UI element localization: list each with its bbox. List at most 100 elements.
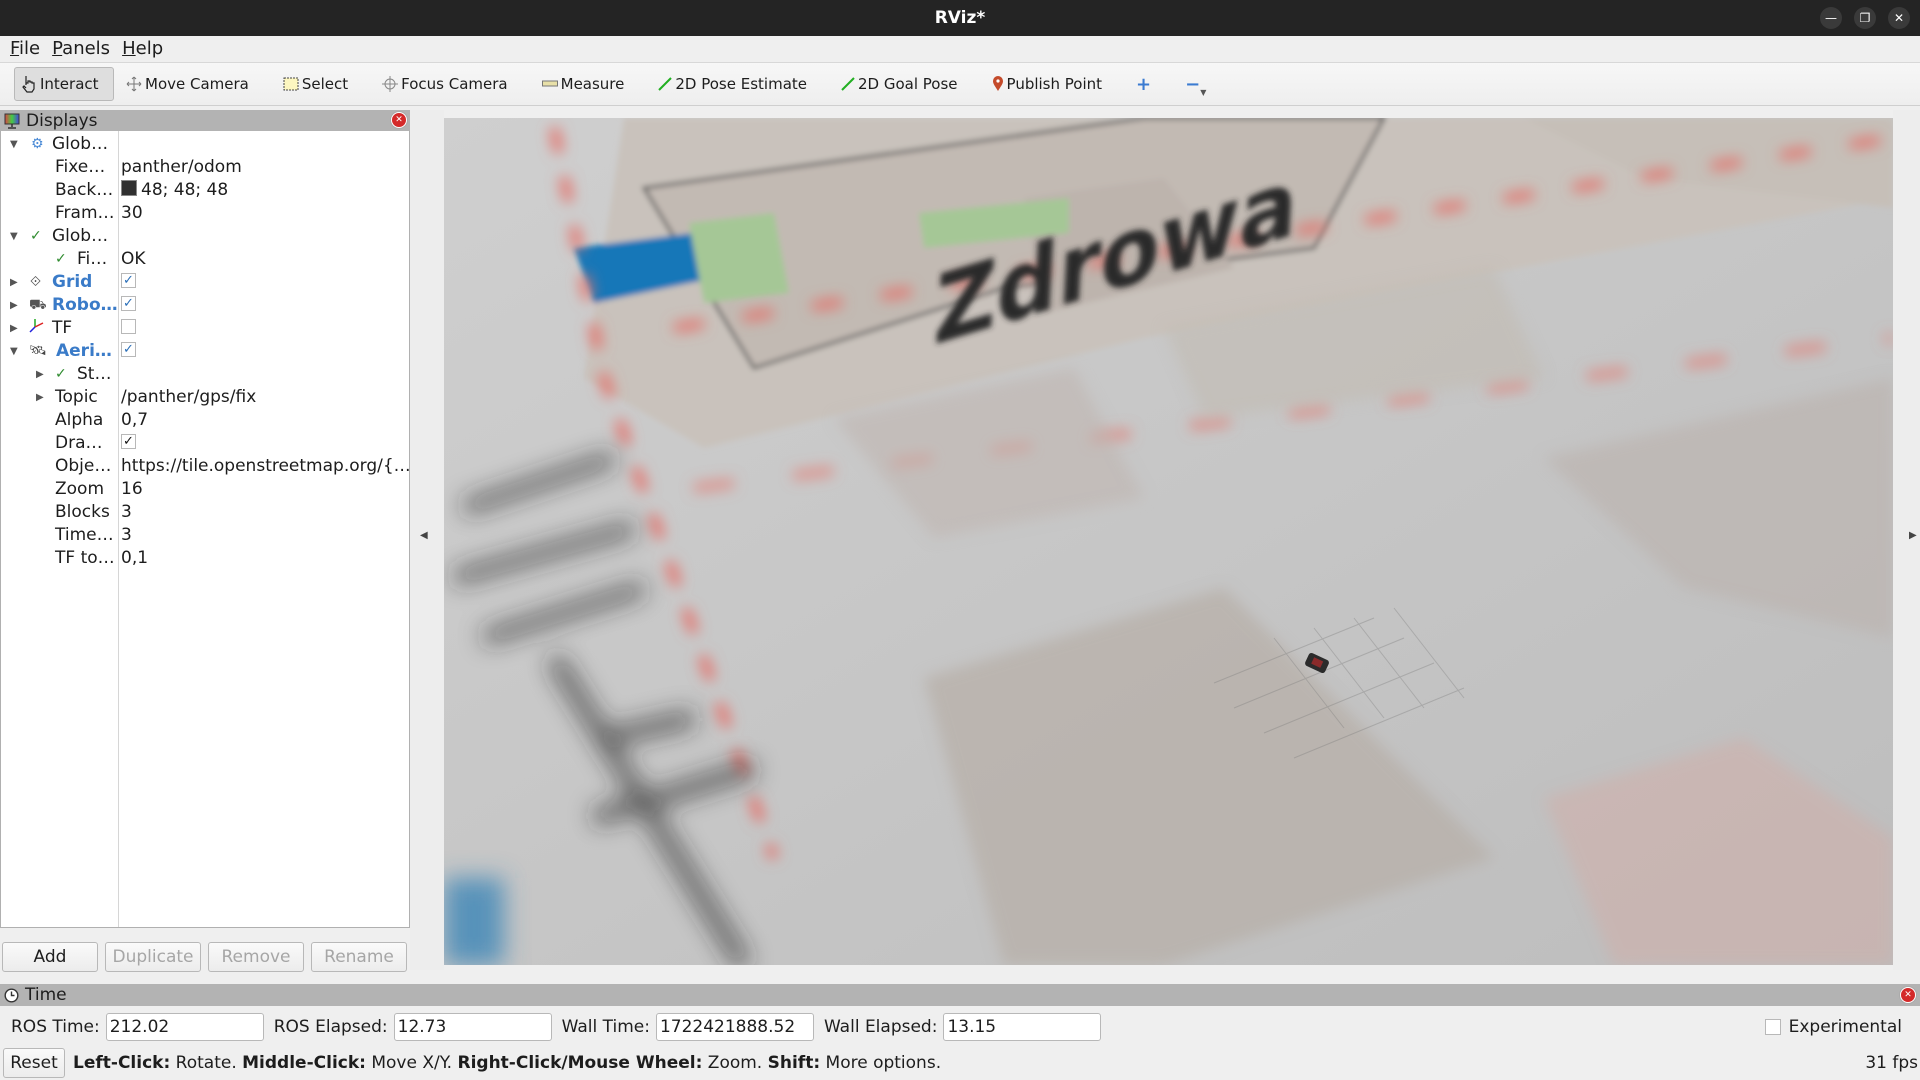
- reset-button[interactable]: Reset: [3, 1048, 65, 1078]
- interact-tool[interactable]: Interact: [14, 67, 114, 101]
- displays-tree: ▼ ⚙ Glob… Fixe… panther/odom Back… 48; 4…: [0, 131, 411, 928]
- tree-row-tf[interactable]: ▶ TF: [1, 317, 409, 340]
- ruler-icon: [541, 80, 558, 88]
- grid-icon: ⟐: [30, 274, 42, 290]
- focus-camera-tool[interactable]: Focus Camera: [376, 67, 513, 101]
- check-icon: ✓: [55, 366, 67, 382]
- tree-row-background-color[interactable]: Back… 48; 48; 48: [1, 179, 409, 202]
- tree-row-frame-rate[interactable]: Fram… 30: [1, 202, 409, 225]
- minimize-button[interactable]: —: [1820, 7, 1842, 29]
- color-swatch[interactable]: [121, 180, 137, 196]
- tree-row-global-options[interactable]: ▼ ⚙ Glob…: [1, 133, 409, 156]
- expand-arrow-icon[interactable]: ▶: [36, 386, 44, 409]
- duplicate-display-button[interactable]: Duplicate: [105, 942, 201, 972]
- menu-panels[interactable]: Panels: [52, 36, 110, 62]
- remove-tool-button[interactable]: − ▼: [1179, 67, 1212, 101]
- wall-time-label: Wall Time:: [561, 1017, 650, 1037]
- tree-row-global-status[interactable]: ▼ ✓ Glob…: [1, 225, 409, 248]
- close-window-button[interactable]: ✕: [1888, 7, 1910, 29]
- aerial-map-render: Zdrowa: [444, 118, 1893, 965]
- experimental-checkbox[interactable]: [1764, 1019, 1781, 1035]
- expand-arrow-icon[interactable]: ▶: [10, 317, 18, 340]
- close-displays-panel-button[interactable]: ✕: [391, 112, 407, 128]
- menu-file[interactable]: File: [10, 36, 40, 62]
- ros-time-label: ROS Time:: [11, 1017, 100, 1037]
- 2d-goal-pose-tool[interactable]: 2D Goal Pose: [835, 67, 964, 101]
- move-camera-tool[interactable]: Move Camera: [120, 67, 255, 101]
- collapse-arrow-icon[interactable]: ▼: [10, 340, 18, 363]
- time-panel-header: Time ✕: [0, 984, 1920, 1006]
- tree-row-topic[interactable]: ▶ Topic /panther/gps/fix: [1, 386, 409, 409]
- ros-time-field[interactable]: 212.02: [105, 1013, 264, 1041]
- time-title: Time: [25, 985, 67, 1005]
- tree-row-aerial-map[interactable]: ▼ 🛰 Aeri… ✓: [1, 340, 409, 363]
- remove-display-button[interactable]: Remove: [208, 942, 304, 972]
- left-splitter[interactable]: ◀: [410, 110, 444, 970]
- tree-row-object-uri[interactable]: Obje… https://tile.openstreetmap.org/{…: [1, 455, 411, 478]
- gear-icon: ⚙: [31, 136, 44, 152]
- ros-elapsed-label: ROS Elapsed:: [273, 1017, 388, 1037]
- wall-elapsed-field[interactable]: 13.15: [943, 1013, 1102, 1041]
- 3d-render-view[interactable]: Zdrowa: [444, 118, 1893, 965]
- displays-buttons: Add Duplicate Remove Rename: [2, 942, 407, 972]
- expand-arrow-icon[interactable]: ▶: [10, 271, 18, 294]
- wall-elapsed-label: Wall Elapsed:: [823, 1017, 938, 1037]
- menu-bar: File Panels Help: [0, 36, 1920, 62]
- displays-title: Displays: [26, 110, 98, 131]
- right-splitter[interactable]: ▶: [1893, 110, 1920, 970]
- tree-row-timeout[interactable]: Time… 3: [1, 524, 409, 547]
- ros-elapsed-field[interactable]: 12.73: [393, 1013, 552, 1041]
- tf-enabled-checkbox[interactable]: [121, 318, 136, 334]
- tree-row-tf-tolerance[interactable]: TF to… 0,1: [1, 547, 409, 570]
- restore-button[interactable]: ❐: [1854, 7, 1876, 29]
- check-icon: ✓: [55, 251, 67, 267]
- tools-toolbar: Interact Move Camera Select Focus Camera…: [0, 62, 1920, 106]
- hand-pointer-icon: [21, 75, 37, 93]
- 2d-pose-estimate-tool[interactable]: 2D Pose Estimate: [652, 67, 813, 101]
- green-arrow-icon: [658, 77, 673, 91]
- expand-arrow-icon[interactable]: ▶: [36, 363, 44, 386]
- satellite-icon: 🛰: [29, 343, 47, 359]
- collapse-left-arrow-icon[interactable]: ◀: [420, 530, 428, 541]
- publish-point-tool[interactable]: Publish Point: [986, 67, 1108, 101]
- tree-row-robot-model[interactable]: ▶ ⛟ Robo… ✓: [1, 294, 409, 317]
- menu-help[interactable]: Help: [122, 36, 163, 62]
- tree-row-grid[interactable]: ▶ ⟐ Grid ✓: [1, 271, 409, 294]
- select-tool[interactable]: Select: [277, 67, 354, 101]
- add-display-button[interactable]: Add: [2, 942, 98, 972]
- rename-display-button[interactable]: Rename: [311, 942, 407, 972]
- window-title: RViz*: [934, 8, 986, 28]
- add-tool-button[interactable]: +: [1130, 67, 1157, 101]
- robot-model-icon: ⛟: [29, 297, 47, 313]
- tree-row-fixed-frame[interactable]: Fixe… panther/odom: [1, 156, 409, 179]
- tree-row-aerial-status[interactable]: ▶ ✓ St…: [1, 363, 409, 386]
- dropdown-arrow-icon: ▼: [1200, 87, 1207, 97]
- close-time-panel-button[interactable]: ✕: [1900, 987, 1916, 1003]
- select-box-icon: [283, 77, 299, 91]
- fps-counter: 31 fps: [1865, 1053, 1918, 1073]
- window-titlebar: RViz* — ❐ ✕: [0, 0, 1920, 36]
- status-bar: Reset Left-Click: Rotate. Middle-Click: …: [0, 1048, 1920, 1078]
- monitor-icon: [4, 113, 20, 129]
- green-arrow-icon: [841, 77, 855, 91]
- collapse-right-arrow-icon[interactable]: ▶: [1909, 530, 1917, 541]
- grid-enabled-checkbox[interactable]: ✓: [121, 272, 136, 288]
- measure-tool[interactable]: Measure: [536, 67, 631, 101]
- tree-row-fixed-frame-status[interactable]: ✓ Fi… OK: [1, 248, 409, 271]
- time-fields: ROS Time: 212.02 ROS Elapsed: 12.73 Wall…: [0, 1012, 1920, 1042]
- aerial-map-enabled-checkbox[interactable]: ✓: [121, 341, 136, 357]
- draw-behind-checkbox[interactable]: ✓: [121, 433, 136, 449]
- tree-row-zoom[interactable]: Zoom 16: [1, 478, 409, 501]
- view-controls-hint: Left-Click: Rotate. Middle-Click: Move X…: [73, 1053, 942, 1073]
- robot-model-enabled-checkbox[interactable]: ✓: [121, 295, 136, 311]
- collapse-arrow-icon[interactable]: ▼: [10, 133, 18, 156]
- collapse-arrow-icon[interactable]: ▼: [10, 225, 18, 248]
- wall-time-field[interactable]: 1722421888.52: [655, 1013, 814, 1041]
- expand-arrow-icon[interactable]: ▶: [10, 294, 18, 317]
- crosshair-icon: [382, 76, 399, 92]
- clock-icon: [4, 987, 19, 1003]
- tree-row-draw-behind[interactable]: Dra… ✓: [1, 432, 409, 455]
- tree-row-alpha[interactable]: Alpha 0,7: [1, 409, 409, 432]
- map-pin-icon: [992, 76, 1004, 92]
- tree-row-blocks[interactable]: Blocks 3: [1, 501, 409, 524]
